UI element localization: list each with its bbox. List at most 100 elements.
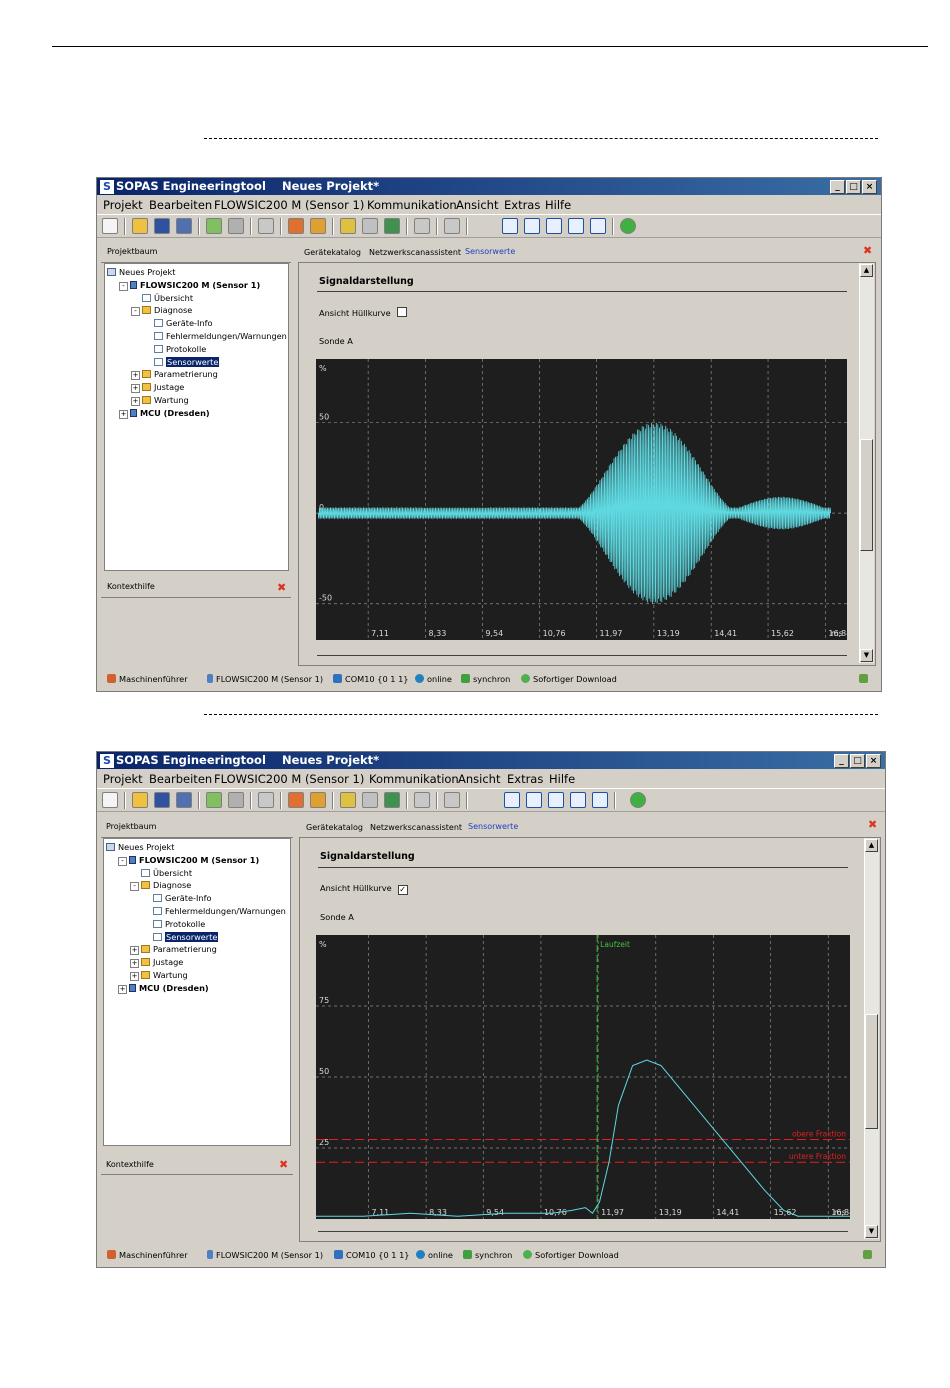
print-icon[interactable] [258, 792, 274, 808]
expand-icon[interactable]: + [118, 984, 127, 994]
new-icon[interactable] [102, 218, 118, 234]
save-icon[interactable] [154, 792, 170, 808]
tree-node[interactable]: - FLOWSIC200 M (Sensor 1) [119, 279, 260, 292]
redo-icon[interactable] [444, 218, 460, 234]
menu-projekt[interactable]: Projekt [103, 198, 143, 212]
undo-icon[interactable] [414, 792, 430, 808]
layout-horizontal-icon[interactable] [524, 218, 540, 234]
menu-ansicht[interactable]: Ansicht [456, 198, 498, 212]
menu-hilfe[interactable]: Hilfe [545, 198, 571, 212]
tree-node[interactable]: Protokolle [143, 343, 206, 356]
help-icon[interactable] [630, 792, 646, 808]
back-arrow-icon[interactable] [206, 792, 222, 808]
menu-ansicht[interactable]: Ansicht [458, 772, 500, 786]
vertical-scrollbar[interactable]: ▲ ▼ [859, 263, 874, 663]
tree-node[interactable]: Geräte-Info [142, 892, 211, 905]
tab-geraetekatalog[interactable]: Gerätekatalog [306, 823, 363, 832]
tree-node[interactable]: + Parametrierung [131, 368, 218, 381]
tree-node[interactable]: + Wartung [131, 394, 189, 407]
open-icon[interactable] [132, 792, 148, 808]
open-icon[interactable] [132, 218, 148, 234]
menu-device[interactable]: FLOWSIC200 M (Sensor 1) [214, 198, 364, 212]
tree-node[interactable]: Fehlermeldungen/Warnungen [142, 905, 286, 918]
tree-node[interactable]: + Parametrierung [130, 943, 217, 956]
layout-vertical-icon[interactable] [546, 218, 562, 234]
expand-icon[interactable]: + [130, 959, 139, 969]
close-icon[interactable]: ✖ [277, 581, 286, 594]
minimize-button[interactable]: _ [830, 180, 845, 194]
scroll-down-button[interactable]: ▼ [865, 1225, 878, 1238]
menu-bearbeiten[interactable]: Bearbeiten [149, 772, 212, 786]
scroll-up-button[interactable]: ▲ [865, 839, 878, 852]
tab-sensorwerte[interactable]: Sensorwerte [468, 822, 518, 831]
tab-projektbaum[interactable]: Projektbaum [107, 247, 157, 256]
link-icon[interactable] [362, 218, 378, 234]
tab-kontexthilfe[interactable]: Kontexthilfe [107, 582, 155, 591]
expand-icon[interactable]: + [119, 409, 128, 419]
envelope-checkbox[interactable]: ✓ [397, 885, 408, 895]
save-icon[interactable] [154, 218, 170, 234]
close-icon[interactable]: ✖ [863, 244, 872, 257]
tab-geraetekatalog[interactable]: Gerätekatalog [304, 248, 361, 257]
upload-icon[interactable] [340, 792, 356, 808]
close-icon[interactable]: ✖ [279, 1158, 288, 1171]
tree-node[interactable]: - Diagnose [130, 879, 191, 892]
tab-netzwerkscanassistent[interactable]: Netzwerkscanassistent [369, 248, 461, 257]
scroll-thumb[interactable] [865, 1014, 878, 1129]
layout-vertical-icon[interactable] [548, 792, 564, 808]
help-icon[interactable] [620, 218, 636, 234]
layout-horizontal-icon[interactable] [526, 792, 542, 808]
redo-icon[interactable] [444, 792, 460, 808]
layout-split-icon[interactable] [568, 218, 584, 234]
tree-node[interactable]: Übersicht [130, 867, 192, 880]
login-icon[interactable] [288, 218, 304, 234]
layout-single-icon[interactable] [502, 218, 518, 234]
scan-icon[interactable] [384, 792, 400, 808]
tab-netzwerkscanassistent[interactable]: Netzwerkscanassistent [370, 823, 462, 832]
upload-icon[interactable] [340, 218, 356, 234]
tree-node[interactable]: Übersicht [131, 292, 193, 305]
expand-icon[interactable]: + [130, 946, 139, 956]
tree-node[interactable]: + Justage [131, 381, 184, 394]
expand-icon[interactable]: + [131, 371, 140, 381]
tree-node[interactable]: - Diagnose [131, 304, 192, 317]
menu-kommunikation[interactable]: Kommunikation [367, 198, 457, 212]
close-button[interactable]: × [866, 754, 881, 768]
expand-icon[interactable]: + [131, 384, 140, 394]
back-arrow-icon[interactable] [206, 218, 222, 234]
tab-projektbaum[interactable]: Projektbaum [106, 822, 156, 831]
forward-arrow-icon[interactable] [228, 218, 244, 234]
tree-node[interactable]: Geräte-Info [143, 317, 212, 330]
menu-bearbeiten[interactable]: Bearbeiten [149, 198, 212, 212]
tree-node[interactable]: + MCU (Dresden) [118, 982, 209, 995]
menu-extras[interactable]: Extras [507, 772, 543, 786]
tree-node[interactable]: + Justage [130, 956, 183, 969]
logout-icon[interactable] [310, 792, 326, 808]
menu-extras[interactable]: Extras [504, 198, 540, 212]
save-all-icon[interactable] [176, 218, 192, 234]
undo-icon[interactable] [414, 218, 430, 234]
tree-node[interactable]: Protokolle [142, 918, 205, 931]
collapse-icon[interactable]: - [119, 281, 128, 291]
link-icon[interactable] [362, 792, 378, 808]
menu-kommunikation[interactable]: Kommunikation [369, 772, 459, 786]
tree-node[interactable]: Neues Projekt [106, 841, 175, 854]
collapse-icon[interactable]: - [131, 307, 140, 317]
login-icon[interactable] [288, 792, 304, 808]
tree-node[interactable]: Neues Projekt [107, 266, 176, 279]
menu-projekt[interactable]: Projekt [103, 772, 143, 786]
forward-arrow-icon[interactable] [228, 792, 244, 808]
layout-grid-icon[interactable] [592, 792, 608, 808]
tab-sensorwerte[interactable]: Sensorwerte [465, 247, 515, 256]
expand-icon[interactable]: + [130, 972, 139, 981]
envelope-checkbox[interactable] [396, 307, 407, 317]
close-icon[interactable]: ✖ [868, 818, 877, 831]
collapse-icon[interactable]: - [130, 882, 139, 892]
tree-node[interactable]: + MCU (Dresden) [119, 407, 210, 420]
collapse-icon[interactable]: - [118, 856, 127, 866]
maximize-button[interactable]: □ [850, 754, 865, 768]
new-icon[interactable] [102, 792, 118, 808]
tab-kontexthilfe[interactable]: Kontexthilfe [106, 1160, 154, 1169]
scroll-up-button[interactable]: ▲ [860, 264, 873, 277]
minimize-button[interactable]: _ [834, 754, 849, 768]
